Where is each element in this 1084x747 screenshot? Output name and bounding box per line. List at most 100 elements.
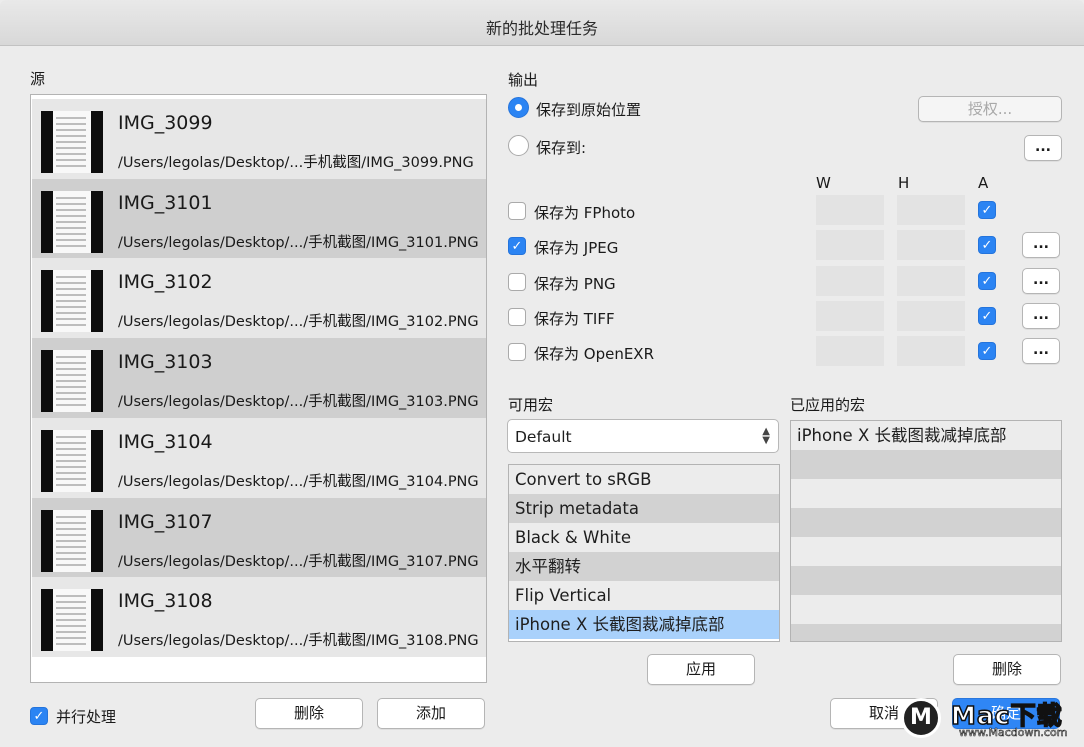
source-add-button[interactable]: 添加: [377, 698, 485, 729]
macro-item[interactable]: Convert to sRGB: [509, 465, 779, 494]
source-item-path: /Users/legolas/Desktop/.../手机截图/IMG_3104…: [118, 473, 479, 490]
macro-item[interactable]: 水平翻转: [509, 552, 779, 581]
thumbnail-image: [41, 350, 103, 413]
source-item-path: /Users/legolas/Desktop/.../手机截图/IMG_3108…: [118, 633, 479, 650]
macro-item[interactable]: Strip metadata: [509, 494, 779, 523]
format-label: 保存为 OpenEXR: [534, 345, 655, 364]
empty-row: [791, 595, 1061, 624]
height-column-header: H: [898, 174, 910, 192]
format-options-button[interactable]: ...: [1022, 267, 1060, 294]
width-field[interactable]: [816, 230, 884, 261]
height-field[interactable]: [897, 336, 965, 367]
alpha-checkbox[interactable]: ✓: [978, 201, 996, 219]
width-column-header: W: [816, 174, 831, 192]
remove-macro-button[interactable]: 删除: [953, 654, 1061, 685]
applied-macro-item[interactable]: iPhone X 长截图裁减掉底部: [791, 421, 1061, 450]
alpha-checkbox[interactable]: ✓: [978, 271, 996, 290]
macro-set-select[interactable]: Default ▲ ▼: [507, 419, 779, 453]
source-item-path: /Users/legolas/Desktop/.../手机截图/IMG_3101…: [118, 234, 479, 251]
watermark-logo-icon: M: [901, 698, 941, 738]
thumbnail-image: [41, 589, 103, 652]
alpha-checkbox[interactable]: ✓: [978, 342, 996, 361]
apply-macro-button[interactable]: 应用: [647, 654, 755, 685]
format-label: 保存为 TIFF: [534, 309, 615, 328]
save-to-radio[interactable]: [508, 135, 529, 156]
source-item-name: IMG_3101: [118, 191, 213, 214]
format-label: 保存为 FPhoto: [534, 204, 636, 222]
macro-item[interactable]: Flip Vertical: [509, 581, 779, 610]
alpha-column-header: A: [978, 174, 989, 192]
format-options-button[interactable]: ...: [1022, 302, 1060, 329]
source-item[interactable]: IMG_3104/Users/legolas/Desktop/.../手机截图/…: [32, 417, 486, 498]
source-item-path: /Users/legolas/Desktop/...手机截图/IMG_3099.…: [118, 155, 474, 171]
thumbnail-image: [41, 190, 103, 253]
source-label: 源: [30, 70, 46, 88]
source-item-name: IMG_3103: [118, 351, 213, 374]
watermark: M Mac下载 www.Macdown.com: [895, 694, 1084, 747]
applied-macros-list[interactable]: iPhone X 长截图裁减掉底部: [790, 420, 1062, 642]
height-field[interactable]: [897, 230, 965, 261]
save-to-label: 保存到:: [536, 139, 587, 157]
empty-row: [791, 566, 1061, 595]
source-item[interactable]: IMG_3108/Users/legolas/Desktop/.../手机截图/…: [32, 577, 486, 658]
alpha-checkbox[interactable]: ✓: [978, 236, 996, 255]
height-field[interactable]: [897, 195, 965, 225]
source-item-path: /Users/legolas/Desktop/.../手机截图/IMG_3107…: [118, 553, 479, 570]
format-checkbox[interactable]: [508, 343, 526, 362]
format-checkbox[interactable]: [508, 307, 526, 326]
format-label: 保存为 JPEG: [534, 239, 619, 258]
save-to-browse-button[interactable]: ...: [1024, 135, 1062, 161]
format-options-button[interactable]: ...: [1022, 338, 1060, 365]
source-item[interactable]: IMG_3099/Users/legolas/Desktop/...手机截图/I…: [32, 99, 486, 179]
empty-row: [791, 479, 1061, 508]
source-item[interactable]: IMG_3101/Users/legolas/Desktop/.../手机截图/…: [32, 178, 486, 259]
format-checkbox[interactable]: ✓: [508, 237, 526, 256]
watermark-url: www.Macdown.com: [959, 726, 1068, 740]
source-list[interactable]: IMG_3099/Users/legolas/Desktop/...手机截图/I…: [30, 94, 487, 683]
format-checkbox[interactable]: [508, 272, 526, 291]
width-field[interactable]: [816, 265, 884, 296]
applied-macros-label: 已应用的宏: [790, 396, 866, 414]
window-title: 新的批处理任务: [485, 19, 598, 38]
available-macros-label: 可用宏: [508, 396, 554, 414]
source-item-name: IMG_3102: [118, 271, 213, 294]
source-item-name: IMG_3108: [118, 590, 213, 613]
empty-row: [791, 508, 1061, 537]
empty-row: [791, 537, 1061, 566]
width-field[interactable]: [816, 195, 884, 225]
title-bar: 新的批处理任务: [0, 0, 1084, 46]
macro-set-value: Default: [515, 428, 572, 446]
source-item-name: IMG_3104: [118, 430, 213, 453]
format-options-button[interactable]: ...: [1022, 232, 1060, 259]
empty-row: [791, 450, 1061, 479]
thumbnail-image: [41, 270, 103, 333]
width-field[interactable]: [816, 336, 884, 367]
source-item-name: IMG_3107: [118, 510, 213, 533]
available-macros-list[interactable]: Convert to sRGB Strip metadata Black & Whi…: [508, 464, 780, 642]
thumbnail-image: [41, 509, 103, 572]
source-item[interactable]: IMG_3107/Users/legolas/Desktop/.../手机截图/…: [32, 497, 486, 578]
thumbnail-image: [41, 429, 103, 492]
save-original-radio[interactable]: [508, 97, 529, 118]
alpha-checkbox[interactable]: ✓: [978, 306, 996, 325]
source-item[interactable]: IMG_3102/Users/legolas/Desktop/.../手机截图/…: [32, 258, 486, 339]
height-field[interactable]: [897, 265, 965, 296]
output-label: 输出: [508, 71, 539, 89]
source-item[interactable]: IMG_3103/Users/legolas/Desktop/.../手机截图/…: [32, 338, 486, 419]
source-delete-button[interactable]: 删除: [255, 698, 363, 729]
macro-item[interactable]: Black & White: [509, 523, 779, 552]
parallel-checkbox[interactable]: ✓: [30, 707, 48, 725]
format-checkbox[interactable]: [508, 202, 526, 220]
save-original-label: 保存到原始位置: [536, 101, 642, 119]
height-field[interactable]: [897, 300, 965, 331]
empty-row: [791, 624, 1061, 641]
authorize-button[interactable]: 授权...: [918, 96, 1062, 122]
parallel-label: 并行处理: [56, 708, 117, 726]
format-label: 保存为 PNG: [534, 274, 616, 293]
thumbnail-image: [41, 111, 103, 173]
width-field[interactable]: [816, 300, 884, 331]
source-item-path: /Users/legolas/Desktop/.../手机截图/IMG_3102…: [118, 314, 479, 331]
chevron-updown-icon: ▲ ▼: [762, 426, 770, 446]
macro-item[interactable]: iPhone X 长截图裁减掉底部: [509, 610, 779, 639]
source-item-name: IMG_3099: [118, 112, 213, 134]
